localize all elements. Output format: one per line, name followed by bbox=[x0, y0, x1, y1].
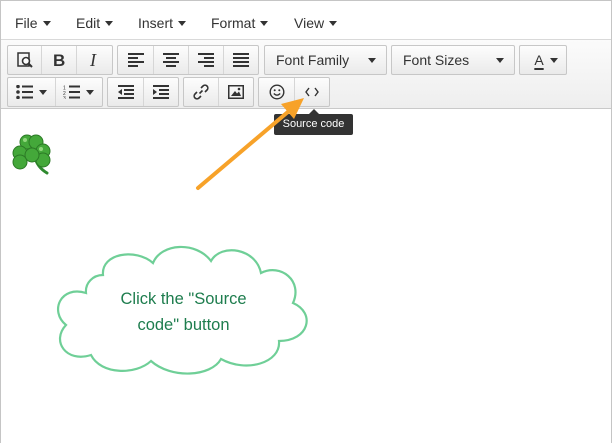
callout-line-1: Click the "Source bbox=[120, 290, 247, 308]
callout-line-2: code" button bbox=[137, 316, 230, 334]
callout-text: Click the "Source code" button bbox=[101, 286, 266, 338]
editor-window: File Edit Insert Format View B I Font Fa… bbox=[0, 0, 612, 443]
